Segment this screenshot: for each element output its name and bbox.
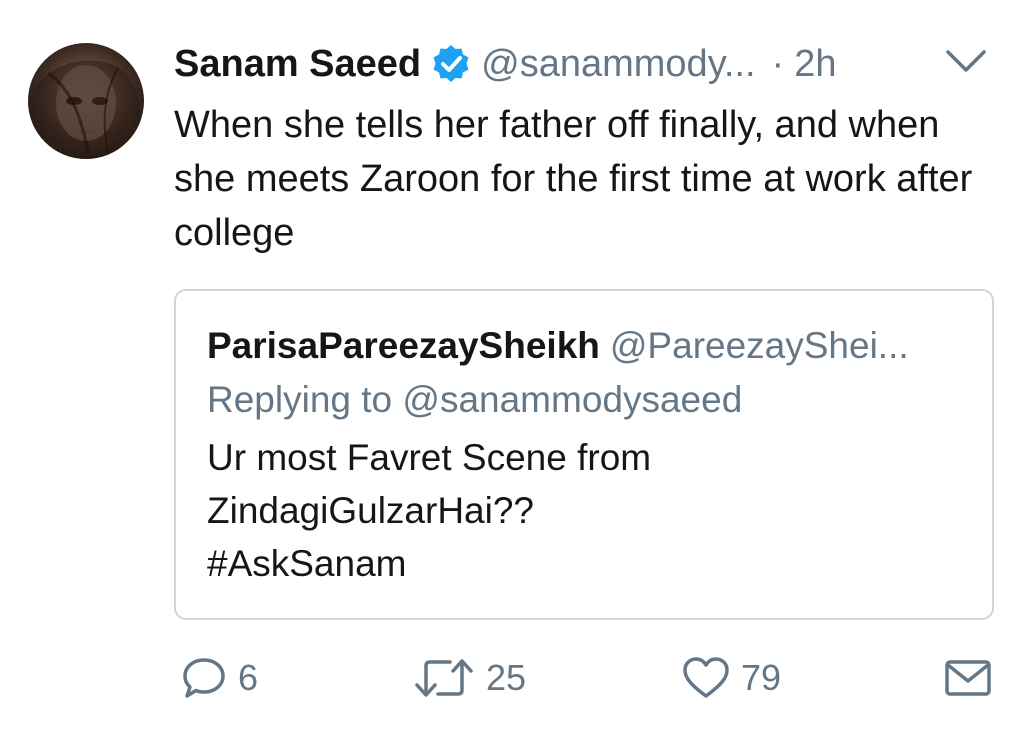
chevron-down-icon[interactable] — [944, 46, 988, 76]
reply-bubble-icon — [180, 654, 228, 702]
tweet-text: When she tells her father off finally, a… — [174, 104, 973, 254]
quoted-hashtag[interactable]: #AskSanam — [207, 537, 947, 590]
author-name[interactable]: Sanam Saeed — [174, 43, 421, 86]
tweet-header: Sanam Saeed @sanammody... · 2h — [174, 38, 836, 90]
tweet-actions-bar: 6 25 79 — [0, 650, 1024, 710]
quoted-author-handle: @PareezayShei... — [609, 325, 909, 366]
author-avatar[interactable] — [28, 43, 144, 159]
replying-to-label: Replying to @sanammodysaeed — [207, 379, 743, 420]
quoted-author-name: ParisaPareezaySheikh — [207, 325, 600, 366]
reply-button[interactable]: 6 — [180, 650, 258, 706]
heart-icon — [681, 654, 731, 702]
avatar-portrait-icon — [28, 60, 144, 159]
direct-message-button[interactable] — [944, 650, 992, 706]
separator-dot: · — [771, 42, 785, 85]
quoted-tweet[interactable]: ParisaPareezaySheikh @PareezayShei... Rep… — [174, 289, 994, 620]
quoted-tweet-text: Ur most Favret Scene from ZindagiGulzarH… — [207, 431, 947, 590]
tweet-timestamp[interactable]: 2h — [794, 43, 836, 86]
retweet-count: 25 — [486, 657, 527, 698]
like-count: 79 — [741, 657, 782, 698]
verified-badge-icon — [431, 44, 471, 84]
reply-count: 6 — [238, 657, 259, 698]
quoted-text-line: Ur most Favret Scene from — [207, 437, 652, 478]
quoted-text-line: ZindagiGulzarHai?? — [207, 490, 535, 531]
retweet-icon — [412, 654, 476, 702]
quoted-tweet-header: ParisaPareezaySheikh @PareezayShei... — [207, 325, 909, 367]
envelope-icon — [944, 654, 992, 702]
author-handle[interactable]: @sanammody... — [481, 43, 755, 86]
retweet-button[interactable]: 25 — [412, 650, 526, 706]
like-button[interactable]: 79 — [681, 650, 781, 706]
